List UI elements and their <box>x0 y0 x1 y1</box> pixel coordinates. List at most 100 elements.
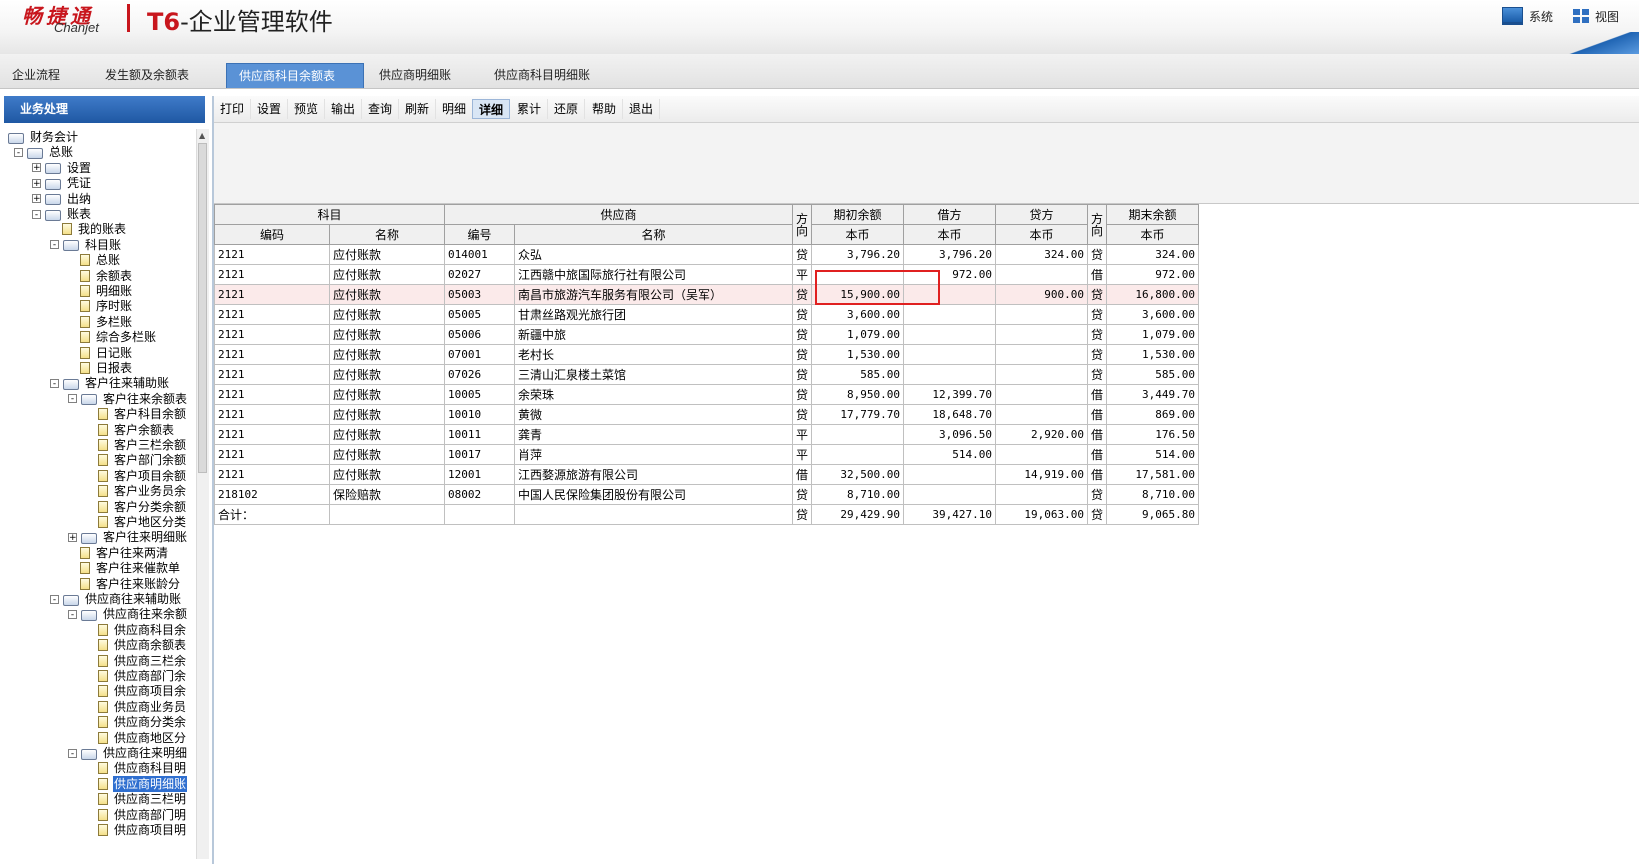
tree-node[interactable]: 综合多栏账 <box>80 329 157 345</box>
toolbar-button[interactable]: 查询 <box>362 99 400 119</box>
tree-node[interactable]: 供应商科目余 <box>98 622 187 638</box>
collapse-icon[interactable]: - <box>14 147 23 157</box>
table-row[interactable]: 2121 应付账款 05006 新疆中旅贷 1,079.00 贷 1,079.00 <box>214 324 1200 345</box>
tree-node[interactable]: 明细账 <box>80 283 133 299</box>
toolbar-button[interactable]: 打印 <box>214 99 252 119</box>
system-label: 系统 <box>1528 9 1553 24</box>
table-row[interactable]: 2121 应付账款 12001 江西婺源旅游有限公司借 32,500.00 14,919.… <box>214 464 1200 485</box>
tab-supplier-detail[interactable]: 供应商明细账 <box>367 63 463 88</box>
tree-node[interactable]: - 供应商往来辅助账 <box>50 591 182 607</box>
collapse-icon[interactable]: - <box>32 209 41 219</box>
tree-node[interactable]: 供应商部门明 <box>98 807 187 823</box>
tree-node[interactable]: - 账表 <box>32 206 92 222</box>
tree-node[interactable]: 客户科目余额 <box>98 406 187 422</box>
tree-node[interactable]: - 客户往来余额表 <box>68 391 188 407</box>
tree-node[interactable]: 日记账 <box>80 345 133 361</box>
table-row[interactable]: 2121 应付账款 02027 江西赣中旅国际旅行社有限公司平 972.00 借 972.0… <box>214 264 1200 285</box>
table-row[interactable]: 2121 应付账款 07026 三清山汇泉楼土菜馆贷 585.00 贷 585.00 <box>214 364 1200 385</box>
toolbar-button[interactable]: 明细 <box>436 99 474 119</box>
tree-scrollbar[interactable]: ▲ <box>196 129 209 859</box>
expand-icon[interactable]: + <box>32 178 41 188</box>
view-button[interactable]: 视图 <box>1572 8 1619 25</box>
toolbar-button[interactable]: 详细 <box>472 99 511 119</box>
tree-node[interactable]: - 科目账 <box>50 237 122 253</box>
toolbar-button[interactable]: 预览 <box>288 99 326 119</box>
toolbar-button[interactable]: 帮助 <box>586 99 624 119</box>
toolbar-button[interactable]: 刷新 <box>399 99 437 119</box>
table-row[interactable]: 2121 应付账款 05003 南昌市旅游汽车服务有限公司（吴军）贷 15,900.00… <box>214 284 1200 305</box>
tab-supplier-subject-balance[interactable]: 供应商科目余额表× <box>226 63 364 108</box>
expand-icon[interactable]: + <box>32 163 41 173</box>
table-row[interactable]: 2121 应付账款 10010 黄微贷 17,779.70 18,648.70 借 869.0… <box>214 404 1200 425</box>
collapse-icon[interactable]: - <box>50 378 59 388</box>
tree-node[interactable]: 客户往来催款单 <box>80 560 181 576</box>
table-row[interactable]: 2121 应付账款 05005 甘肃丝路观光旅行团贷 3,600.00 贷 3,600.00 <box>214 304 1200 325</box>
tab-supplier-subject-detail[interactable]: 供应商科目明细账 <box>482 63 602 88</box>
table-row[interactable]: 2121 应付账款 014001 众弘贷 3,796.20 3,796.20 324.00 贷… <box>214 244 1200 265</box>
tree-node[interactable]: 供应商科目明 <box>98 760 187 776</box>
tree-node[interactable]: 多栏账 <box>80 314 133 330</box>
scroll-up-icon[interactable]: ▲ <box>199 131 205 140</box>
tab-balance-sheet[interactable]: 发生额及余额表 <box>93 63 201 88</box>
tree-node[interactable]: + 凭证 <box>32 175 92 191</box>
toolbar-button[interactable]: 设置 <box>251 99 289 119</box>
cell-close: 16,800.00 <box>1106 284 1200 305</box>
tree-node[interactable]: 余额表 <box>80 268 133 284</box>
tree-node-label: 供应商明细账 <box>113 775 188 792</box>
tree-node[interactable]: 供应商项目余 <box>98 683 187 699</box>
tree-node[interactable]: 供应商业务员 <box>98 699 187 715</box>
expand-icon[interactable]: + <box>32 194 41 204</box>
tree-node[interactable]: 客户部门余额 <box>98 452 187 468</box>
tree-node[interactable]: 序时账 <box>80 298 133 314</box>
tree-node[interactable]: 供应商部门余 <box>98 668 187 684</box>
tree-node[interactable]: - 供应商往来明细 <box>68 745 188 761</box>
tree-node[interactable]: 我的账表 <box>62 221 127 237</box>
scroll-thumb[interactable] <box>198 143 207 473</box>
tree-node[interactable]: 客户余额表 <box>98 422 175 438</box>
tree-node[interactable]: - 客户往来辅助账 <box>50 375 170 391</box>
tree-node[interactable]: 客户项目余额 <box>98 468 187 484</box>
table-row[interactable]: 合计：贷 29,429.90 39,427.10 19,063.00 贷 9,065.80 <box>214 504 1200 525</box>
toolbar-button[interactable]: 累计 <box>511 99 549 119</box>
toolbar-button[interactable]: 退出 <box>623 99 661 119</box>
table-row[interactable]: 2121 应付账款 10005 余荣珠贷 8,950.00 12,399.70 借 3,449… <box>214 384 1200 405</box>
collapse-icon[interactable]: - <box>68 748 77 758</box>
tree-node[interactable]: - 总账 <box>14 144 74 160</box>
tree-node[interactable]: 日报表 <box>80 360 133 376</box>
tree-node[interactable]: + 出纳 <box>32 191 92 207</box>
tree-node[interactable]: 客户地区分类 <box>98 514 187 530</box>
collapse-icon[interactable]: - <box>68 609 77 619</box>
tree-node[interactable]: 客户三栏余额 <box>98 437 187 453</box>
tree-node[interactable]: 财务会计 <box>8 129 79 145</box>
tree-node[interactable]: 供应商余额表 <box>98 637 187 653</box>
table-row[interactable]: 2121 应付账款 10017 肖萍平 514.00 借 514.00 <box>214 444 1200 465</box>
tree-node-label: 供应商往来辅助账 <box>85 592 182 606</box>
tree-node[interactable]: 供应商项目明 <box>98 822 187 838</box>
table-row[interactable]: 218102 保险赔款 08002 中国人民保险集团股份有限公司贷 8,710.00 贷 8… <box>214 484 1200 505</box>
system-button[interactable]: 系统 <box>1501 7 1553 25</box>
tab-enterprise-flow[interactable]: 企业流程 <box>0 63 72 88</box>
collapse-icon[interactable]: - <box>50 240 59 250</box>
expand-icon[interactable]: + <box>68 532 77 542</box>
collapse-icon[interactable]: - <box>68 394 77 404</box>
tree-node[interactable]: 客户往来账龄分 <box>80 576 181 592</box>
tree-node[interactable]: 供应商地区分 <box>98 730 187 746</box>
tree-node[interactable]: + 设置 <box>32 160 92 176</box>
tree-node[interactable]: 客户往来两清 <box>80 545 169 561</box>
tree-node[interactable]: 供应商三栏余 <box>98 653 187 669</box>
toolbar-button[interactable]: 输出 <box>325 99 363 119</box>
tree-node[interactable]: 总账 <box>80 252 121 268</box>
table-row[interactable]: 2121 应付账款 10011 龚青平 3,096.50 2,920.00 借 176.50 <box>214 424 1200 445</box>
tree-node[interactable]: - 供应商往来余额 <box>68 606 188 622</box>
cell-credit <box>995 444 1089 465</box>
toolbar-button[interactable]: 还原 <box>548 99 586 119</box>
cell-c1: 合计： <box>214 504 330 525</box>
tree-node[interactable]: 供应商分类余 <box>98 714 187 730</box>
table-row[interactable]: 2121 应付账款 07001 老村长贷 1,530.00 贷 1,530.00 <box>214 344 1200 365</box>
tree-node[interactable]: + 客户往来明细账 <box>68 529 188 545</box>
collapse-icon[interactable]: - <box>50 594 59 604</box>
tree-node[interactable]: 供应商明细账 <box>98 775 188 792</box>
tree-node[interactable]: 客户分类余额 <box>98 499 187 515</box>
tree-node[interactable]: 供应商三栏明 <box>98 791 187 807</box>
tree-node[interactable]: 客户业务员余 <box>98 483 187 499</box>
